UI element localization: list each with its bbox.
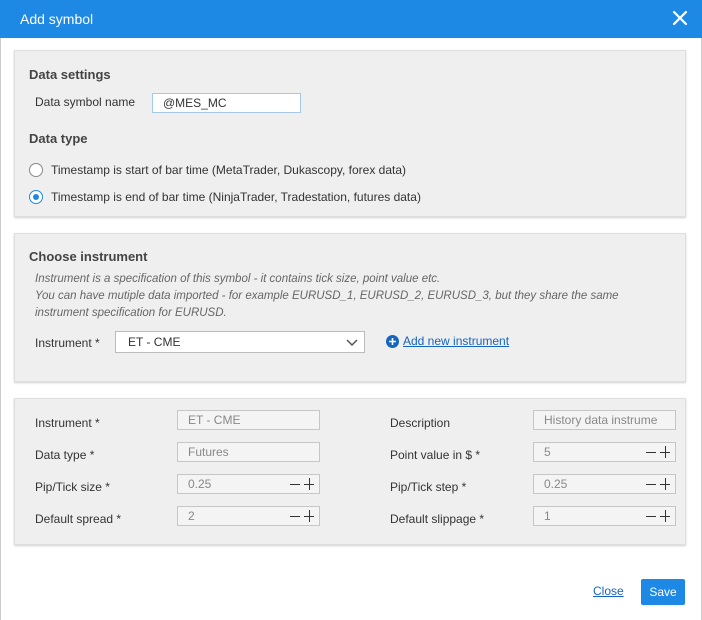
instrument-hint-line: You can have mutiple data imported - for… xyxy=(35,290,619,302)
close-button[interactable]: Close xyxy=(593,584,624,598)
radio-checked-icon[interactable] xyxy=(29,190,43,204)
default-spread-label: Default spread * xyxy=(35,512,122,526)
instrument-hint-line: Instrument is a specification of this sy… xyxy=(35,273,441,285)
plus-icon[interactable] xyxy=(659,477,671,491)
plus-icon[interactable] xyxy=(659,445,671,459)
minus-icon[interactable] xyxy=(645,509,657,523)
radio-end-of-bar-label: Timestamp is end of bar time (NinjaTrade… xyxy=(51,190,421,204)
radio-start-of-bar-label: Timestamp is start of bar time (MetaTrad… xyxy=(51,163,407,177)
default-spread-value: 2 xyxy=(188,509,195,523)
minus-icon[interactable] xyxy=(289,477,301,491)
data-type-label: Data type * xyxy=(35,448,95,462)
default-slippage-stepper[interactable]: 1 xyxy=(533,506,676,526)
plus-circle-icon xyxy=(386,334,399,348)
save-button[interactable]: Save xyxy=(641,579,685,605)
data-settings-panel: Data settings Data symbol name @MES_MC D… xyxy=(14,50,686,217)
symbol-name-input[interactable]: @MES_MC xyxy=(152,93,301,113)
pip-tick-step-label: Pip/Tick step * xyxy=(390,480,467,494)
radio-unchecked-icon[interactable] xyxy=(29,163,43,177)
point-value-label: Point value in $ * xyxy=(390,448,481,462)
radio-end-of-bar[interactable]: Timestamp is end of bar time (NinjaTrade… xyxy=(29,188,421,206)
point-value-value: 5 xyxy=(544,445,551,459)
add-symbol-dialog: Data settings Data symbol name @MES_MC D… xyxy=(0,38,702,620)
add-new-instrument-label[interactable]: Add new instrument xyxy=(403,334,509,348)
data-type-field: Futures xyxy=(177,442,320,462)
minus-icon[interactable] xyxy=(645,445,657,459)
instrument-field: ET - CME xyxy=(177,410,320,430)
default-spread-stepper[interactable]: 2 xyxy=(177,506,320,526)
minus-icon[interactable] xyxy=(645,477,657,491)
plus-icon[interactable] xyxy=(659,509,671,523)
instrument-hint: Instrument is a specification of this sy… xyxy=(35,271,655,322)
description-field[interactable]: History data instrume xyxy=(533,410,676,430)
pip-tick-size-label: Pip/Tick size * xyxy=(35,480,110,494)
choose-instrument-heading: Choose instrument xyxy=(29,249,148,264)
pip-tick-size-value: 0.25 xyxy=(188,477,212,491)
instrument-label: Instrument * xyxy=(35,416,100,430)
point-value-stepper[interactable]: 5 xyxy=(533,442,676,462)
instrument-select[interactable]: ET - CME xyxy=(115,331,365,353)
close-icon[interactable] xyxy=(668,6,692,30)
pip-tick-step-stepper[interactable]: 0.25 xyxy=(533,474,676,494)
instrument-hint-line: instrument specification for EURUSD. xyxy=(35,307,227,319)
pip-tick-size-stepper[interactable]: 0.25 xyxy=(177,474,320,494)
radio-start-of-bar[interactable]: Timestamp is start of bar time (MetaTrad… xyxy=(29,161,406,179)
instrument-select-label: Instrument * xyxy=(35,336,100,350)
pip-tick-step-value: 0.25 xyxy=(544,477,568,491)
add-new-instrument-link[interactable]: Add new instrument xyxy=(386,334,509,348)
chevron-down-icon xyxy=(346,337,358,347)
symbol-name-label: Data symbol name xyxy=(35,95,136,109)
instrument-details-panel: Instrument * ET - CME Description Histor… xyxy=(14,398,686,545)
choose-instrument-panel: Choose instrument Instrument is a specif… xyxy=(14,233,686,382)
default-slippage-label: Default slippage * xyxy=(390,512,485,526)
default-slippage-value: 1 xyxy=(544,509,551,523)
plus-icon[interactable] xyxy=(303,477,315,491)
description-label: Description xyxy=(390,416,451,430)
data-settings-heading: Data settings xyxy=(29,67,111,82)
plus-icon[interactable] xyxy=(303,509,315,523)
minus-icon[interactable] xyxy=(289,509,301,523)
data-type-heading: Data type xyxy=(29,131,88,146)
dialog-title: Add symbol xyxy=(20,11,94,27)
instrument-select-value: ET - CME xyxy=(128,335,181,349)
dialog-titlebar: Add symbol xyxy=(0,0,702,38)
